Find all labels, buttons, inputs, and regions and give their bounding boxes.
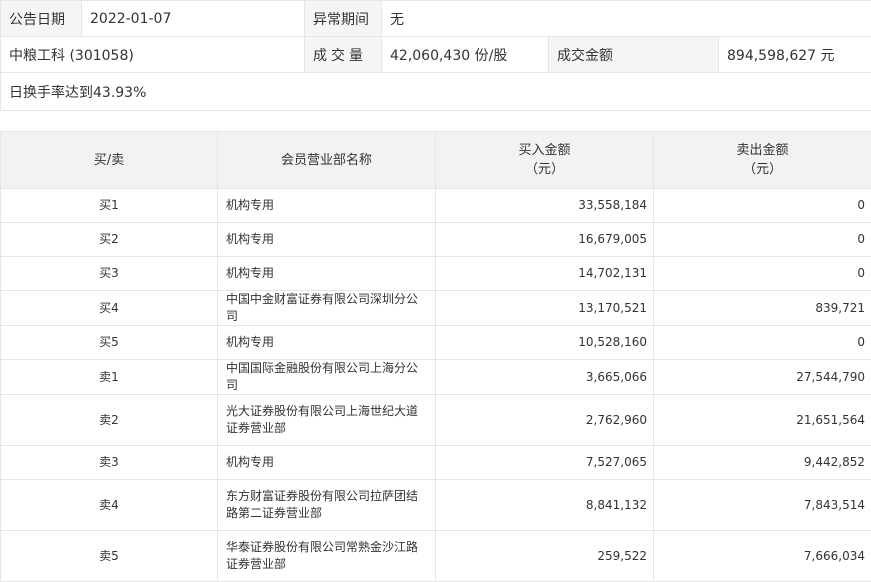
- row-sell: 7,666,034: [654, 531, 871, 582]
- header-sell-title: 卖出金额: [654, 141, 871, 160]
- announce-date-value: 2022-01-07: [82, 1, 305, 37]
- table-row: 买3 机构专用 14,702,131 0: [1, 257, 871, 291]
- info-row-trade: 中粮工科 (301058) 成交量 42,060,430 份/股 成交金额 89…: [1, 37, 871, 73]
- row-buy: 33,558,184: [436, 189, 654, 223]
- row-sell: 839,721: [654, 291, 871, 326]
- row-side: 买4: [1, 291, 218, 326]
- table-row: 买5 机构专用 10,528,160 0: [1, 326, 871, 360]
- row-dept: 中国中金财富证券有限公司深圳分公司: [218, 291, 436, 326]
- row-buy: 10,528,160: [436, 326, 654, 360]
- amount-label: 成交金额: [549, 37, 719, 73]
- row-side: 买1: [1, 189, 218, 223]
- row-dept: 机构专用: [218, 326, 436, 360]
- volume-value: 42,060,430 份/股: [382, 37, 549, 73]
- row-buy: 14,702,131: [436, 257, 654, 291]
- header-buy-unit: （元）: [436, 160, 653, 179]
- header-buy-title: 买入金额: [436, 141, 653, 160]
- row-dept: 东方财富证券股份有限公司拉萨团结路第二证券营业部: [218, 480, 436, 531]
- row-side: 卖2: [1, 395, 218, 446]
- row-side: 卖5: [1, 531, 218, 582]
- row-dept: 中国国际金融股份有限公司上海分公司: [218, 360, 436, 395]
- row-dept: 机构专用: [218, 257, 436, 291]
- row-buy: 7,527,065: [436, 446, 654, 480]
- stock-name-code: 中粮工科 (301058): [1, 37, 305, 73]
- row-side: 买2: [1, 223, 218, 257]
- row-buy: 2,762,960: [436, 395, 654, 446]
- header-buy: 买入金额 （元）: [436, 132, 654, 189]
- row-side: 卖3: [1, 446, 218, 480]
- table-row: 买1 机构专用 33,558,184 0: [1, 189, 871, 223]
- table-row: 卖5 华泰证券股份有限公司常熟金沙江路证券营业部 259,522 7,666,0…: [1, 531, 871, 582]
- stock-info-table: 公告日期 2022-01-07 异常期间 无 中粮工科 (301058) 成交量…: [0, 0, 871, 111]
- header-sell-unit: （元）: [654, 160, 871, 179]
- amount-value: 894,598,627 元: [719, 37, 871, 73]
- abnormal-period-label: 异常期间: [305, 1, 382, 37]
- row-sell: 21,651,564: [654, 395, 871, 446]
- row-side: 卖4: [1, 480, 218, 531]
- table-row: 买4 中国中金财富证券有限公司深圳分公司 13,170,521 839,721: [1, 291, 871, 326]
- table-row: 卖3 机构专用 7,527,065 9,442,852: [1, 446, 871, 480]
- row-dept: 光大证券股份有限公司上海世纪大道证券营业部: [218, 395, 436, 446]
- table-header-row: 买/卖 会员营业部名称 买入金额 （元） 卖出金额 （元）: [1, 132, 871, 189]
- row-buy: 259,522: [436, 531, 654, 582]
- info-row-note: 日换手率达到43.93%: [1, 73, 871, 111]
- row-buy: 16,679,005: [436, 223, 654, 257]
- table-row: 卖2 光大证券股份有限公司上海世纪大道证券营业部 2,762,960 21,65…: [1, 395, 871, 446]
- row-sell: 27,544,790: [654, 360, 871, 395]
- table-row: 买2 机构专用 16,679,005 0: [1, 223, 871, 257]
- row-side: 买5: [1, 326, 218, 360]
- announce-date-label: 公告日期: [1, 1, 82, 37]
- row-sell: 0: [654, 257, 871, 291]
- row-sell: 0: [654, 189, 871, 223]
- row-buy: 8,841,132: [436, 480, 654, 531]
- row-side: 卖1: [1, 360, 218, 395]
- header-side: 买/卖: [1, 132, 218, 189]
- header-dept: 会员营业部名称: [218, 132, 436, 189]
- header-sell: 卖出金额 （元）: [654, 132, 871, 189]
- abnormal-period-value: 无: [382, 1, 871, 37]
- trading-detail-table: 买/卖 会员营业部名称 买入金额 （元） 卖出金额 （元） 买1 机构专用 33…: [0, 131, 871, 582]
- row-sell: 0: [654, 223, 871, 257]
- info-row-date: 公告日期 2022-01-07 异常期间 无: [1, 1, 871, 37]
- row-sell: 9,442,852: [654, 446, 871, 480]
- row-sell: 7,843,514: [654, 480, 871, 531]
- row-dept: 华泰证券股份有限公司常熟金沙江路证券营业部: [218, 531, 436, 582]
- turnover-note: 日换手率达到43.93%: [1, 73, 871, 111]
- row-side: 买3: [1, 257, 218, 291]
- row-buy: 3,665,066: [436, 360, 654, 395]
- table-row: 卖1 中国国际金融股份有限公司上海分公司 3,665,066 27,544,79…: [1, 360, 871, 395]
- row-sell: 0: [654, 326, 871, 360]
- table-row: 卖4 东方财富证券股份有限公司拉萨团结路第二证券营业部 8,841,132 7,…: [1, 480, 871, 531]
- row-dept: 机构专用: [218, 446, 436, 480]
- row-dept: 机构专用: [218, 223, 436, 257]
- row-dept: 机构专用: [218, 189, 436, 223]
- row-buy: 13,170,521: [436, 291, 654, 326]
- volume-label: 成交量: [305, 37, 382, 73]
